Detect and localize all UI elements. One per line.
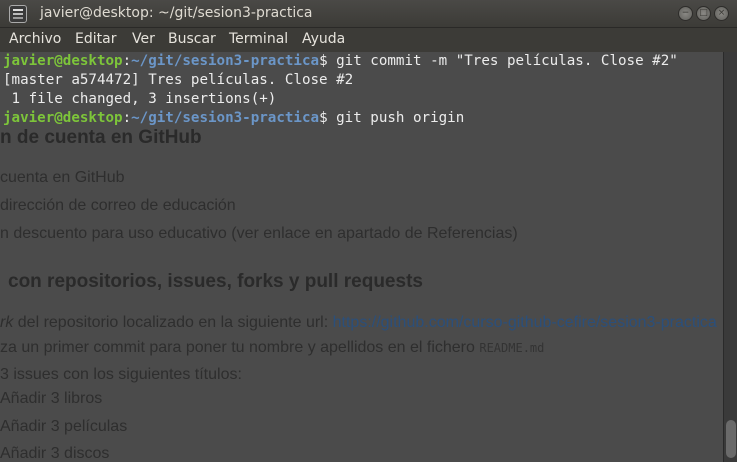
bg-item: n descuento para uso educativo (ver enla…: [0, 225, 518, 242]
bg-item: za un primer commit para poner tu nombre…: [0, 339, 544, 357]
terminal-scrollbar[interactable]: [723, 52, 737, 462]
window-controls: − □ ×: [678, 6, 729, 21]
menu-buscar[interactable]: Buscar: [168, 31, 216, 47]
window-titlebar[interactable]: javier@desktop: ~/git/sesion3-practica −…: [0, 0, 737, 28]
menu-ayuda[interactable]: Ayuda: [302, 31, 345, 47]
bg-text: del repositorio localizado en la siguien…: [13, 314, 333, 331]
prompt-path: ~/git/sesion3-practica: [131, 110, 320, 126]
terminal-output: javier@desktop:~/git/sesion3-practica$ g…: [3, 52, 678, 128]
bg-heading-repos: con repositorios, issues, forks y pull r…: [8, 271, 423, 292]
prompt-sep: :: [122, 110, 132, 126]
close-button[interactable]: ×: [714, 6, 729, 21]
bg-item: dirección de correo de educación: [0, 197, 236, 214]
menubar: Archivo Editar Ver Buscar Terminal Ayuda: [0, 28, 737, 52]
terminal-line: javier@desktop:~/git/sesion3-practica$ g…: [3, 109, 678, 128]
bg-em: rk: [0, 314, 14, 331]
command-text: $ git push origin: [319, 110, 465, 126]
menu-editar[interactable]: Editar: [75, 31, 116, 47]
bg-item: Añadir 3 discos: [0, 445, 110, 462]
prompt-path: ~/git/sesion3-practica: [131, 53, 320, 69]
terminal-line: 1 file changed, 3 insertions(+): [3, 91, 277, 107]
menu-terminal[interactable]: Terminal: [229, 31, 288, 47]
scrollbar-thumb[interactable]: [726, 420, 736, 458]
bg-item: Añadir 3 películas: [0, 418, 128, 435]
bg-text: za un primer commit para poner tu nombre…: [0, 339, 480, 356]
terminal-line: [master a574472] Tres películas. Close #…: [3, 72, 354, 88]
prompt-user: javier@desktop: [3, 110, 123, 126]
minimize-button[interactable]: −: [678, 6, 693, 21]
prompt-sep: :: [122, 53, 132, 69]
prompt-user: javier@desktop: [3, 53, 123, 69]
terminal-app-icon: [9, 5, 27, 23]
command-text: $ git commit -m "Tres películas. Close #…: [319, 53, 678, 69]
bg-code: README.md: [479, 341, 545, 355]
bg-item: Añadir 3 libros: [0, 390, 103, 407]
terminal-area[interactable]: n de cuenta en GitHub cuenta en GitHub d…: [0, 52, 723, 462]
menu-archivo[interactable]: Archivo: [9, 31, 61, 47]
bg-link: https://github.com/curso-github-cefire/s…: [332, 314, 717, 331]
menu-ver[interactable]: Ver: [132, 31, 155, 47]
window-title: javier@desktop: ~/git/sesion3-practica: [40, 5, 313, 21]
terminal-line: javier@desktop:~/git/sesion3-practica$ g…: [3, 52, 678, 71]
bg-item: rk del repositorio localizado en la sigu…: [0, 314, 717, 332]
bg-item: 3 issues con los siguientes títulos:: [0, 366, 242, 383]
maximize-button[interactable]: □: [696, 6, 711, 21]
bg-item: cuenta en GitHub: [0, 169, 125, 186]
bg-heading-cuenta: n de cuenta en GitHub: [0, 127, 202, 148]
